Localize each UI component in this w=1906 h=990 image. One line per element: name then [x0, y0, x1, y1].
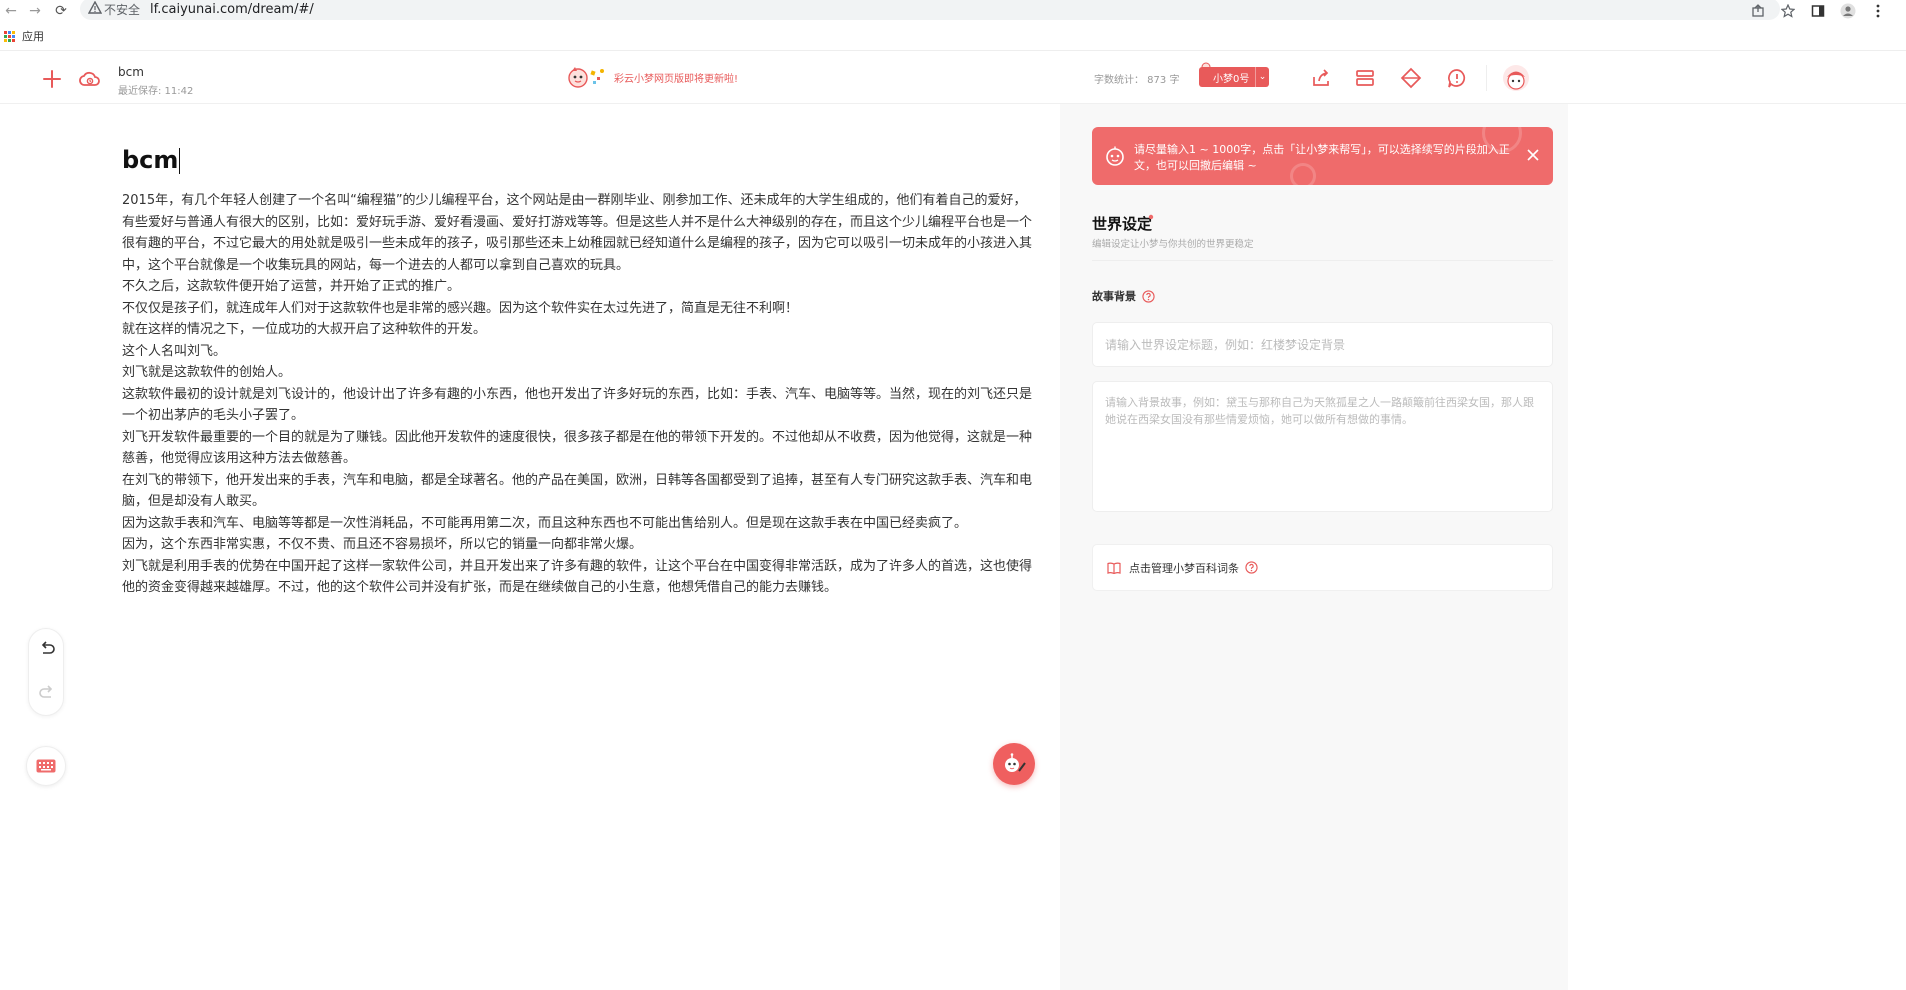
- paragraph: 因为这款手表和汽车、电脑等等都是一次性消耗品，不可能再用第二次，而且这种东西也不…: [122, 515, 968, 531]
- profile-icon[interactable]: [1840, 3, 1856, 19]
- header-divider: [1486, 65, 1487, 91]
- background-story-input[interactable]: [1092, 381, 1553, 512]
- bookmarks-bar: 应用: [0, 26, 44, 46]
- model-selector-label: 小梦0号: [1213, 73, 1250, 85]
- paragraph: 因为，这个东西非常实惠，不仅不贵、而且还不容易损坏，所以它的销量一向都非常火爆。: [122, 537, 643, 552]
- doc-title[interactable]: bcm: [118, 65, 144, 79]
- keyboard-button[interactable]: [26, 746, 66, 786]
- robot-pen-icon: [1005, 753, 1026, 772]
- back-icon[interactable]: ←: [0, 0, 22, 22]
- export-icon[interactable]: [1310, 67, 1332, 89]
- paragraph: 就在这样的情况之下，一位成功的大叔开启了这种软件的开发。: [122, 322, 487, 337]
- undo-icon[interactable]: [37, 639, 57, 659]
- paragraph: 刘飞就是这款软件的创始人。: [122, 365, 292, 380]
- warning-icon: [88, 1, 102, 14]
- text-caret: [179, 148, 181, 174]
- announcement-banner[interactable]: 彩云小梦网页版即将更新啦!: [566, 65, 738, 89]
- word-count: 字数统计： 873 字: [1094, 75, 1180, 86]
- cloud-save-icon[interactable]: [78, 67, 102, 91]
- chevron-down-icon: ⌄: [1255, 67, 1269, 87]
- world-title-input[interactable]: [1092, 322, 1553, 367]
- apps-bookmark[interactable]: 应用: [22, 28, 44, 44]
- url-text[interactable]: lf.caiyunai.com/dream/#/: [150, 2, 314, 17]
- share-icon[interactable]: [1750, 3, 1766, 19]
- forward-icon[interactable]: →: [24, 0, 46, 22]
- tip-banner: 请尽量输入1 ~ 1000字，点击「让小梦来帮写」，可以选择续写的片段加入正文，…: [1092, 127, 1553, 185]
- menu-icon[interactable]: [1870, 3, 1886, 19]
- outline-icon[interactable]: [1354, 67, 1376, 89]
- mascot-icon: [568, 67, 604, 88]
- diamond-icon[interactable]: [1400, 67, 1422, 89]
- paragraph: 不久之后，这款软件便开始了运营，并开始了正式的推广。: [122, 279, 461, 294]
- editor-title-text: bcm: [122, 146, 179, 174]
- story-background-label: 故事背景: [1092, 288, 1155, 304]
- paragraph: 这个人名叫刘飞。: [122, 343, 227, 359]
- new-doc-icon[interactable]: [40, 67, 64, 91]
- paragraph: 2015年，有几个年轻人创建了一个名叫“编程猫”的少儿编程平台，这个网站是由一群…: [122, 193, 1033, 273]
- insecure-label: 不安全: [104, 2, 141, 17]
- undo-redo-group: [28, 628, 64, 716]
- avatar[interactable]: [1503, 65, 1529, 91]
- editor-title[interactable]: bcm: [122, 146, 181, 174]
- browser-toolbar: ← → ⟳ 不安全 lf.caiyunai.com/dream/#/: [0, 0, 1906, 22]
- close-icon[interactable]: [1527, 149, 1539, 161]
- help-icon[interactable]: [1142, 289, 1155, 303]
- model-selector[interactable]: 小梦0号 ⌄: [1199, 67, 1269, 87]
- paragraph: 在刘飞的带领下，他开发出来的手表，汽车和电脑，都是全球著名。他的产品在美国，欧洲…: [122, 472, 1033, 510]
- feedback-icon[interactable]: [1446, 67, 1468, 89]
- ai-write-button[interactable]: [993, 743, 1035, 785]
- paragraph: 刘飞就是利用手表的优势在中国开起了这样一家软件公司，并且开发出来了许多有趣的软件…: [122, 558, 1033, 596]
- app-header: bcm 最近保存: 11:42 彩云小梦网页版即将更新啦! 字数统计： 873 …: [0, 50, 1906, 104]
- last-saved-label: 最近保存: 11:42: [118, 86, 194, 97]
- star-icon[interactable]: [1780, 3, 1796, 19]
- story-background-text: 故事背景: [1092, 290, 1136, 303]
- robot-icon: [1106, 146, 1124, 166]
- address-bar[interactable]: 不安全 lf.caiyunai.com/dream/#/: [80, 0, 1780, 20]
- apps-icon[interactable]: [4, 31, 15, 42]
- section-title: 世界设定: [1092, 215, 1153, 233]
- keyboard-icon: [36, 759, 56, 773]
- sidepanel-icon[interactable]: [1810, 3, 1826, 19]
- divider: [1092, 260, 1553, 261]
- section-subtitle: 编辑设定让小梦与你共创的世界更稳定: [1092, 239, 1254, 250]
- help-icon[interactable]: [1245, 561, 1258, 574]
- paragraph: 刘飞开发软件最重要的一个目的就是为了赚钱。因此他开发软件的速度很快，很多孩子都是…: [122, 429, 1033, 467]
- paragraph: 不仅仅是孩子们，就连成年人们对于这款软件也是非常的感兴趣。因为这个软件实在太过先…: [122, 300, 799, 316]
- redo-icon[interactable]: [37, 683, 57, 703]
- book-icon: [1107, 562, 1121, 574]
- announcement-text[interactable]: 彩云小梦网页版即将更新啦!: [614, 70, 738, 85]
- wiki-manage-label: 点击管理小梦百科词条: [1129, 561, 1239, 575]
- sparkle-icon: [1148, 214, 1154, 220]
- reload-icon[interactable]: ⟳: [50, 0, 72, 22]
- tip-text: 请尽量输入1 ~ 1000字，点击「让小梦来帮写」，可以选择续写的片段加入正文，…: [1134, 143, 1510, 172]
- wiki-manage-button[interactable]: 点击管理小梦百科词条: [1092, 544, 1553, 591]
- editor-body[interactable]: 2015年，有几个年轻人创建了一个名叫“编程猫”的少儿编程平台，这个网站是由一群…: [122, 190, 1034, 599]
- paragraph: 这款软件最初的设计就是刘飞设计的，他设计出了许多有趣的小东西，他也开发出了许多好…: [122, 386, 1033, 424]
